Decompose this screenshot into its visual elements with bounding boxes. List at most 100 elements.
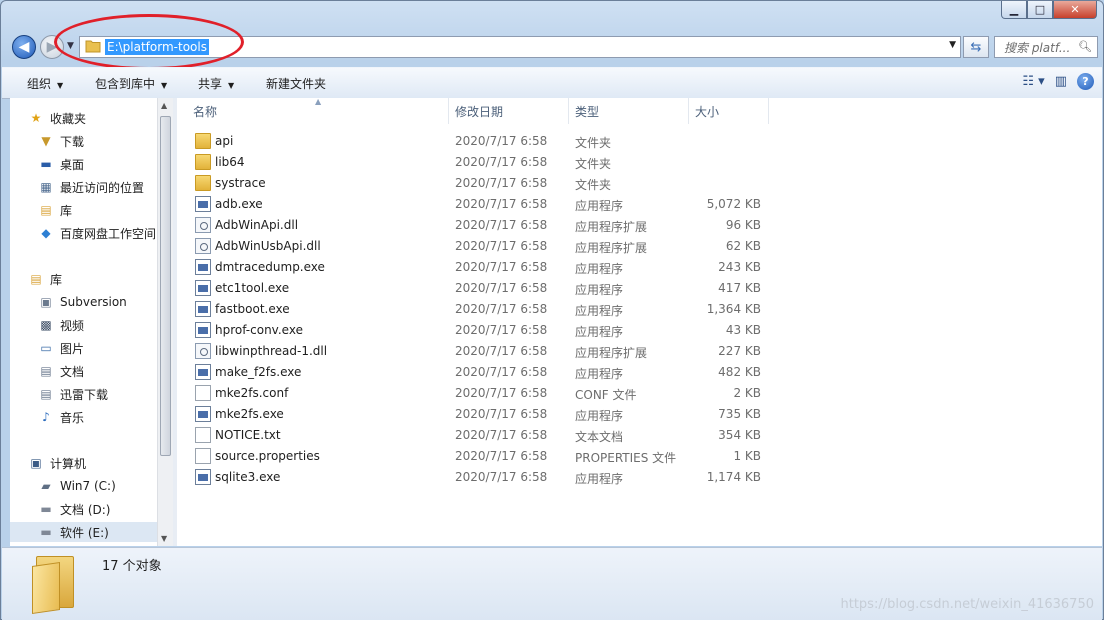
computer-icon: ▣: [30, 456, 42, 470]
document-icon: [195, 448, 211, 464]
nav-videos[interactable]: ▩ 视频: [38, 315, 84, 335]
scroll-up-icon[interactable]: ▲: [161, 101, 167, 110]
file-row[interactable]: hprof-conv.exe 2020/7/17 6:58 应用程序 43 KB: [177, 320, 777, 341]
video-icon: ▩: [40, 318, 52, 332]
file-size: 5,072 KB: [706, 197, 761, 211]
organize-menu[interactable]: 组织 ▼: [27, 75, 63, 92]
file-date: 2020/7/17 6:58: [455, 344, 548, 358]
file-row[interactable]: NOTICE.txt 2020/7/17 6:58 文本文档 354 KB: [177, 425, 777, 446]
nav-drive-d[interactable]: ▬ 文档 (D:): [38, 499, 110, 519]
file-date: 2020/7/17 6:58: [455, 407, 548, 421]
file-list: ▲ 名称 修改日期 类型 大小 api 2020/7/17 6:58 文件夹 lib6…: [177, 97, 1102, 546]
file-row[interactable]: systrace 2020/7/17 6:58 文件夹: [177, 173, 777, 194]
nav-subversion[interactable]: ▣ Subversion: [38, 292, 126, 312]
file-row[interactable]: source.properties 2020/7/17 6:58 PROPERTIE…: [177, 446, 777, 467]
column-date[interactable]: 修改日期: [449, 98, 569, 124]
nav-drive-c[interactable]: ▰ Win7 (C:): [38, 476, 115, 496]
share-menu[interactable]: 共享 ▼: [198, 75, 234, 92]
file-name: mke2fs.conf: [215, 386, 289, 400]
close-button[interactable]: ✕: [1053, 1, 1097, 19]
folder-icon: [32, 556, 80, 614]
file-name: api: [215, 134, 234, 148]
recent-places-icon: ▦: [40, 180, 52, 194]
file-name: source.properties: [215, 449, 320, 463]
preview-pane-icon[interactable]: ▥: [1055, 74, 1067, 89]
file-type: 应用程序: [575, 304, 624, 318]
maximize-button[interactable]: □: [1027, 1, 1053, 19]
file-type: 应用程序: [575, 262, 624, 276]
search-box[interactable]: 搜索 platf... 🔍︎: [994, 36, 1098, 58]
system-drive-icon: ▰: [41, 479, 51, 493]
file-size: 227 KB: [718, 344, 761, 358]
file-row[interactable]: mke2fs.conf 2020/7/17 6:58 CONF 文件 2 KB: [177, 383, 777, 404]
details-pane: 17 个对象 https://blog.csdn.net/weixin_4163…: [2, 547, 1102, 620]
dll-icon: [195, 343, 211, 359]
file-row[interactable]: sqlite3.exe 2020/7/17 6:58 应用程序 1,174 KB: [177, 467, 777, 488]
file-row[interactable]: libwinpthread-1.dll 2020/7/17 6:58 应用程序扩展 2…: [177, 341, 777, 362]
file-row[interactable]: adb.exe 2020/7/17 6:58 应用程序 5,072 KB: [177, 194, 777, 215]
file-row[interactable]: make_f2fs.exe 2020/7/17 6:58 应用程序 482 KB: [177, 362, 777, 383]
back-button[interactable]: ◀: [12, 35, 36, 59]
file-name: hprof-conv.exe: [215, 323, 303, 337]
file-size: 62 KB: [725, 239, 761, 253]
nav-drive-e[interactable]: ▬ 软件 (E:): [10, 522, 158, 542]
scrollbar-thumb[interactable]: [160, 116, 171, 456]
document-icon: ▤: [40, 364, 52, 378]
include-library-menu[interactable]: 包含到库中 ▼: [95, 75, 167, 92]
column-type[interactable]: 类型: [569, 98, 689, 124]
file-type: 文本文档: [575, 430, 624, 444]
file-row[interactable]: AdbWinApi.dll 2020/7/17 6:58 应用程序扩展 96 KB: [177, 215, 777, 236]
nav-label: 库: [50, 272, 63, 287]
file-row[interactable]: fastboot.exe 2020/7/17 6:58 应用程序 1,364 KB: [177, 299, 777, 320]
nav-pictures[interactable]: ▭ 图片: [38, 338, 84, 358]
file-row[interactable]: mke2fs.exe 2020/7/17 6:58 应用程序 735 KB: [177, 404, 777, 425]
file-row[interactable]: api 2020/7/17 6:58 文件夹: [177, 131, 777, 152]
nav-downloads[interactable]: ▼ 下载: [38, 131, 84, 151]
annotation-circle: [54, 14, 244, 70]
document-icon: [195, 385, 211, 401]
column-size[interactable]: 大小: [689, 98, 769, 124]
file-size: 243 KB: [718, 260, 761, 274]
file-size: 1,364 KB: [706, 302, 761, 316]
nav-scrollbar[interactable]: ▲ ▼: [157, 98, 173, 546]
chevron-down-icon: ▼: [228, 81, 235, 90]
nav-library-fav[interactable]: ▤ 库: [38, 200, 72, 220]
help-icon[interactable]: ?: [1077, 73, 1094, 90]
exe-icon: [195, 322, 211, 338]
file-type: CONF 文件: [575, 388, 637, 402]
nav-baidu[interactable]: ◆ 百度网盘工作空间: [38, 223, 156, 243]
file-row[interactable]: lib64 2020/7/17 6:58 文件夹: [177, 152, 777, 173]
nav-music[interactable]: ♪ 音乐: [38, 407, 84, 427]
address-dropdown-icon[interactable]: ▼: [949, 40, 956, 50]
file-size: 354 KB: [718, 428, 761, 442]
minimize-button[interactable]: ▁: [1001, 1, 1027, 19]
nav-xunlei[interactable]: ▤ 迅雷下载: [38, 384, 108, 404]
file-size: 1,174 KB: [706, 470, 761, 484]
refresh-button[interactable]: ⇆: [963, 36, 989, 58]
column-name[interactable]: 名称: [187, 98, 449, 124]
nav-label: 视频: [60, 318, 85, 333]
file-type: 应用程序: [575, 199, 624, 213]
file-row[interactable]: dmtracedump.exe 2020/7/17 6:58 应用程序 243 KB: [177, 257, 777, 278]
view-options-icon[interactable]: ☷ ▾: [1022, 74, 1044, 89]
nav-favorites[interactable]: ★ 收藏夹: [28, 108, 86, 128]
file-row[interactable]: etc1tool.exe 2020/7/17 6:58 应用程序 417 KB: [177, 278, 777, 299]
file-row[interactable]: AdbWinUsbApi.dll 2020/7/17 6:58 应用程序扩展 62 K…: [177, 236, 777, 257]
new-folder-button[interactable]: 新建文件夹: [266, 75, 326, 92]
search-input[interactable]: 搜索 platf...: [1004, 39, 1070, 56]
nav-desktop[interactable]: ▬ 桌面: [38, 154, 84, 174]
nav-computer[interactable]: ▣ 计算机: [28, 453, 86, 473]
nav-recent[interactable]: ▦ 最近访问的位置: [38, 177, 144, 197]
download-folder-icon: ▼: [41, 134, 51, 148]
file-type: 文件夹: [575, 136, 612, 150]
file-date: 2020/7/17 6:58: [455, 281, 548, 295]
view-controls: ☷ ▾ ▥ ?: [1022, 73, 1094, 90]
nav-documents[interactable]: ▤ 文档: [38, 361, 84, 381]
file-size: 96 KB: [725, 218, 761, 232]
include-library-label: 包含到库中: [95, 77, 156, 91]
nav-label: 桌面: [60, 157, 85, 172]
nav-libraries[interactable]: ▤ 库: [28, 269, 62, 289]
nav-label: 迅雷下载: [60, 387, 109, 402]
caption-buttons: ▁ □ ✕: [1001, 1, 1097, 19]
scroll-down-icon[interactable]: ▼: [161, 534, 167, 543]
